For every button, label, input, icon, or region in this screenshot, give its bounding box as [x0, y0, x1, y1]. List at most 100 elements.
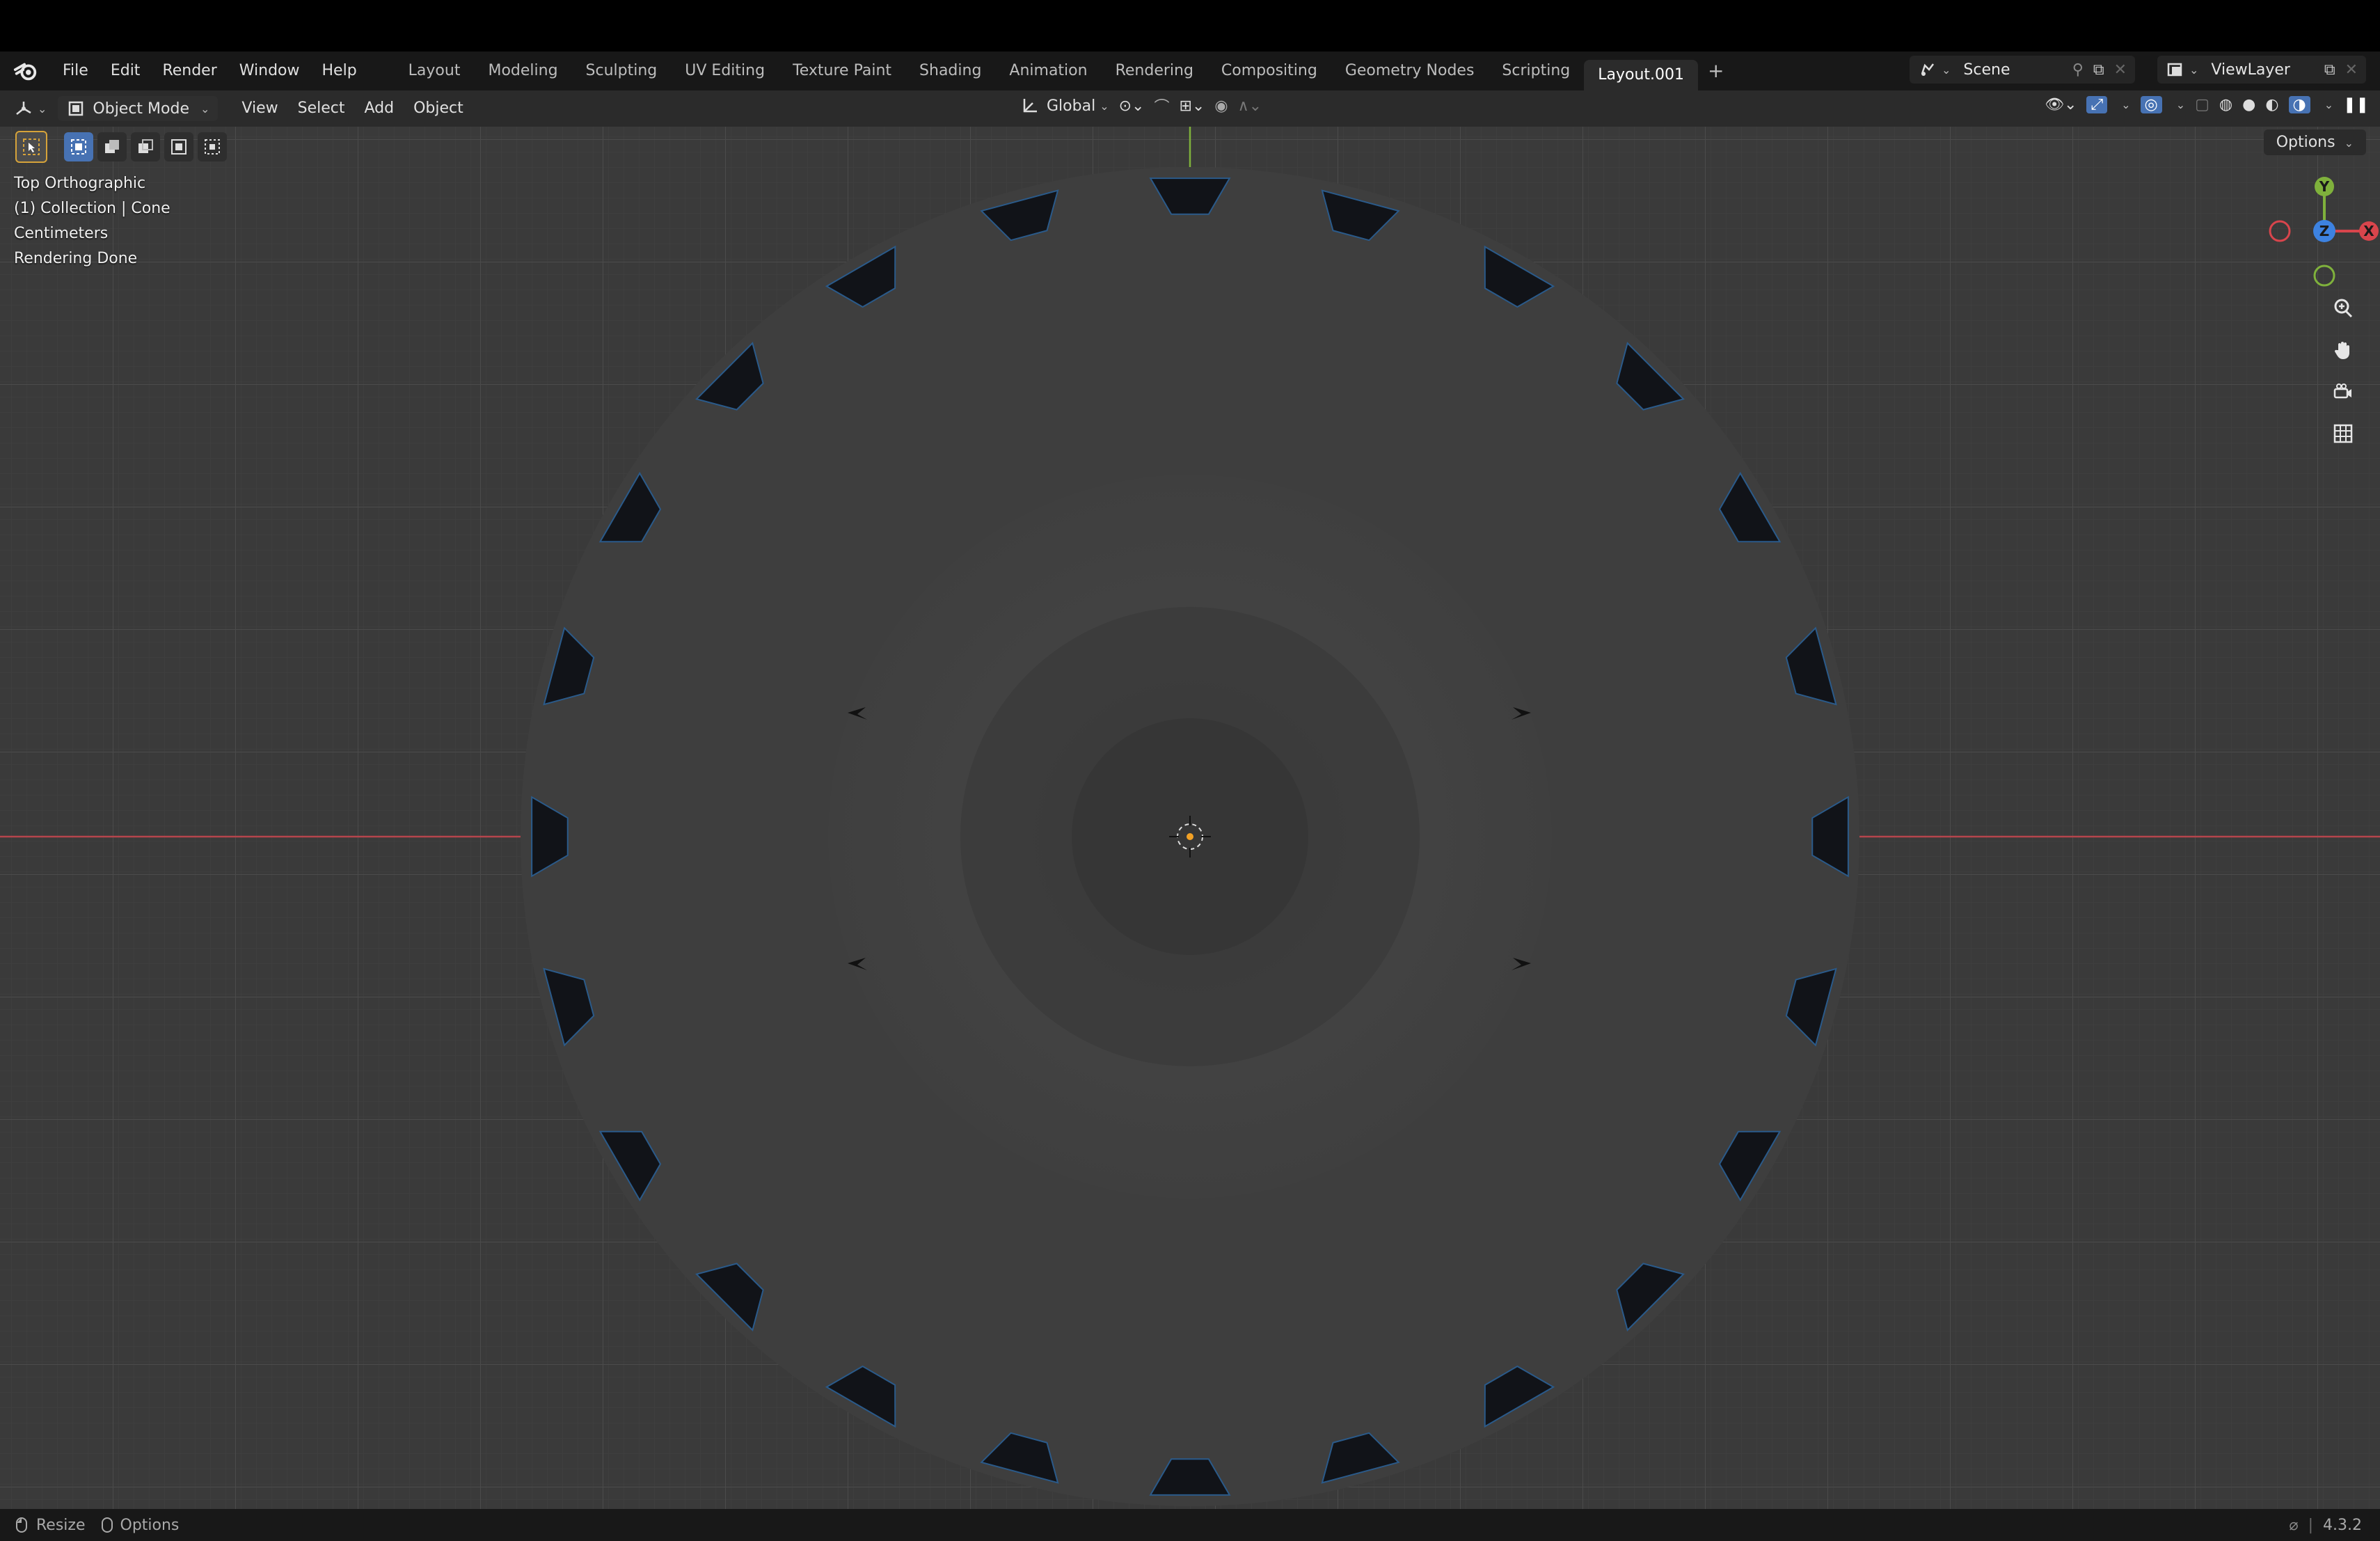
menu-add[interactable]: Add: [355, 90, 404, 127]
xray-toggle-icon[interactable]: ▢: [2195, 96, 2210, 113]
viewport-header: ⌄ Object Mode ⌄ View Select Add Object G…: [0, 90, 2380, 127]
gizmo-neg-x-axis[interactable]: [2269, 220, 2291, 242]
solid-shading-icon[interactable]: ●: [2242, 96, 2255, 113]
select-intersect-button[interactable]: [198, 132, 227, 161]
chevron-down-icon[interactable]: ⌄: [2121, 98, 2130, 111]
zoom-icon: [2334, 299, 2353, 318]
hand-icon: [2334, 342, 2349, 359]
editor-type-button[interactable]: ⌄: [14, 99, 47, 118]
status-bar: Resize Options ⌀ | 4.3.2: [0, 1509, 2380, 1541]
snap-target-icon[interactable]: ⊞⌄: [1179, 97, 1205, 115]
viewport-canvas[interactable]: [0, 127, 2380, 1509]
menu-help[interactable]: Help: [311, 52, 368, 90]
snap-toggle-icon[interactable]: ⌒: [1154, 95, 1169, 117]
menu-window[interactable]: Window: [228, 52, 311, 90]
tab-shading[interactable]: Shading: [905, 52, 995, 90]
object-mode-label: Object Mode: [93, 100, 189, 118]
tab-rendering[interactable]: Rendering: [1102, 52, 1207, 90]
grid-icon: [2333, 424, 2353, 443]
blender-logo-icon[interactable]: [13, 58, 39, 84]
status-resize: Resize: [36, 1516, 86, 1534]
gizmo-neg-y-axis[interactable]: [2313, 264, 2335, 287]
menu-file[interactable]: File: [51, 52, 100, 90]
selection-invert-icon: [171, 139, 187, 155]
view-layer-icon: [2167, 63, 2182, 77]
collection-object-label: (1) Collection | Cone: [14, 200, 170, 217]
tab-animation[interactable]: Animation: [995, 52, 1101, 90]
rendered-shading-icon[interactable]: ◑: [2288, 96, 2310, 113]
viewport-options-dropdown[interactable]: Options ⌄: [2263, 129, 2366, 155]
proportional-editing-icon[interactable]: ◉: [1214, 97, 1228, 115]
select-new-button[interactable]: [64, 132, 93, 161]
selection-subtract-icon: [138, 139, 153, 153]
scene-selector[interactable]: ⌄ Scene ⚲ ⧉ ✕: [1910, 56, 2135, 84]
scene-name[interactable]: Scene: [1963, 61, 2072, 79]
orientation-icon: [1023, 99, 1037, 113]
menu-view[interactable]: View: [232, 90, 287, 127]
menu-select[interactable]: Select: [288, 90, 355, 127]
cursor-arrow-icon: [23, 139, 40, 155]
new-scene-icon[interactable]: ⧉: [2093, 61, 2104, 79]
chevron-down-icon: ⌄: [38, 102, 47, 116]
selection-tools: [15, 131, 227, 163]
selection-intersect-icon: [205, 139, 220, 155]
pan-button[interactable]: [2324, 331, 2362, 369]
gizmo-x-label: X: [2363, 223, 2374, 239]
tab-modeling[interactable]: Modeling: [474, 52, 571, 90]
tab-sculpting[interactable]: Sculpting: [572, 52, 672, 90]
overlays-toggle-icon[interactable]: ◎: [2140, 96, 2162, 113]
tab-compositing[interactable]: Compositing: [1207, 52, 1331, 90]
select-invert-button[interactable]: [164, 132, 193, 161]
object-mode-dropdown[interactable]: Object Mode ⌄: [58, 96, 219, 121]
camera-view-button[interactable]: [2324, 373, 2362, 411]
chevron-down-icon: ⌄: [2344, 136, 2354, 150]
status-right: ⌀ | 4.3.2: [2289, 1517, 2362, 1534]
gizmo-toggle-icon[interactable]: ⤢: [2086, 96, 2108, 113]
tab-layout[interactable]: Layout: [395, 52, 475, 90]
workspace-tabs: Layout Modeling Sculpting UV Editing Tex…: [395, 52, 1734, 90]
chevron-down-icon[interactable]: ⌄: [2176, 98, 2185, 111]
gizmo-z-label: Z: [2319, 223, 2330, 239]
pause-icon[interactable]: ❚❚: [2343, 96, 2369, 113]
status-separator: |: [2308, 1516, 2314, 1534]
3d-viewport[interactable]: Options ⌄ Top Orthographic (1) Collectio…: [0, 127, 2380, 1509]
camera-icon: [2333, 384, 2351, 399]
navigation-gizmo[interactable]: Y X Z: [2255, 168, 2380, 294]
view-name: Top Orthographic: [14, 175, 146, 192]
menu-object[interactable]: Object: [404, 90, 473, 127]
view-layer-selector[interactable]: ⌄ ViewLayer ⧉ ✕: [2157, 56, 2366, 84]
transform-controls: Global ⌄ ⊙⌄ ⌒ ⊞⌄ ◉ ∧⌄: [1020, 95, 1262, 117]
add-workspace-button[interactable]: +: [1698, 52, 1734, 90]
orientation-label: Global: [1047, 97, 1096, 115]
tab-scripting[interactable]: Scripting: [1488, 52, 1584, 90]
select-tool-button[interactable]: [15, 131, 47, 163]
menu-render[interactable]: Render: [151, 52, 228, 90]
mouse-right-icon: [101, 1517, 113, 1533]
tab-texture-paint[interactable]: Texture Paint: [779, 52, 905, 90]
select-extend-button[interactable]: [97, 132, 127, 161]
tab-layout-001[interactable]: Layout.001: [1584, 60, 1699, 90]
falloff-icon[interactable]: ∧⌄: [1238, 97, 1262, 115]
visibility-icon[interactable]: 👁⌄: [2045, 96, 2077, 113]
chevron-down-icon[interactable]: ⌄: [2324, 98, 2333, 111]
selection-extend-icon: [105, 140, 119, 153]
transform-orientation-dropdown[interactable]: Global ⌄: [1020, 96, 1109, 116]
toggle-ortho-button[interactable]: [2324, 415, 2362, 452]
menu-edit[interactable]: Edit: [100, 52, 152, 90]
wireframe-shading-icon[interactable]: ◍: [2219, 96, 2232, 113]
pivot-point-icon[interactable]: ⊙⌄: [1119, 97, 1145, 115]
select-subtract-button[interactable]: [131, 132, 160, 161]
zoom-button[interactable]: [2324, 290, 2362, 327]
network-offline-icon: ⌀: [2289, 1516, 2299, 1534]
status-options: Options: [120, 1516, 180, 1534]
tab-geometry-nodes[interactable]: Geometry Nodes: [1331, 52, 1489, 90]
pin-icon[interactable]: ⚲: [2072, 61, 2084, 79]
close-icon[interactable]: ✕: [2114, 61, 2127, 79]
new-view-layer-icon[interactable]: ⧉: [2324, 61, 2335, 79]
material-preview-icon[interactable]: ◐: [2265, 96, 2278, 113]
close-icon[interactable]: ✕: [2345, 61, 2358, 79]
tab-uv-editing[interactable]: UV Editing: [671, 52, 779, 90]
chevron-down-icon: ⌄: [1100, 99, 1109, 113]
view-layer-name[interactable]: ViewLayer: [2211, 61, 2324, 79]
viewport-shading-controls: 👁⌄ ⤢ ⌄ ◎ ⌄ ▢ ◍ ● ◐ ◑ ⌄ ❚❚: [2045, 96, 2369, 113]
